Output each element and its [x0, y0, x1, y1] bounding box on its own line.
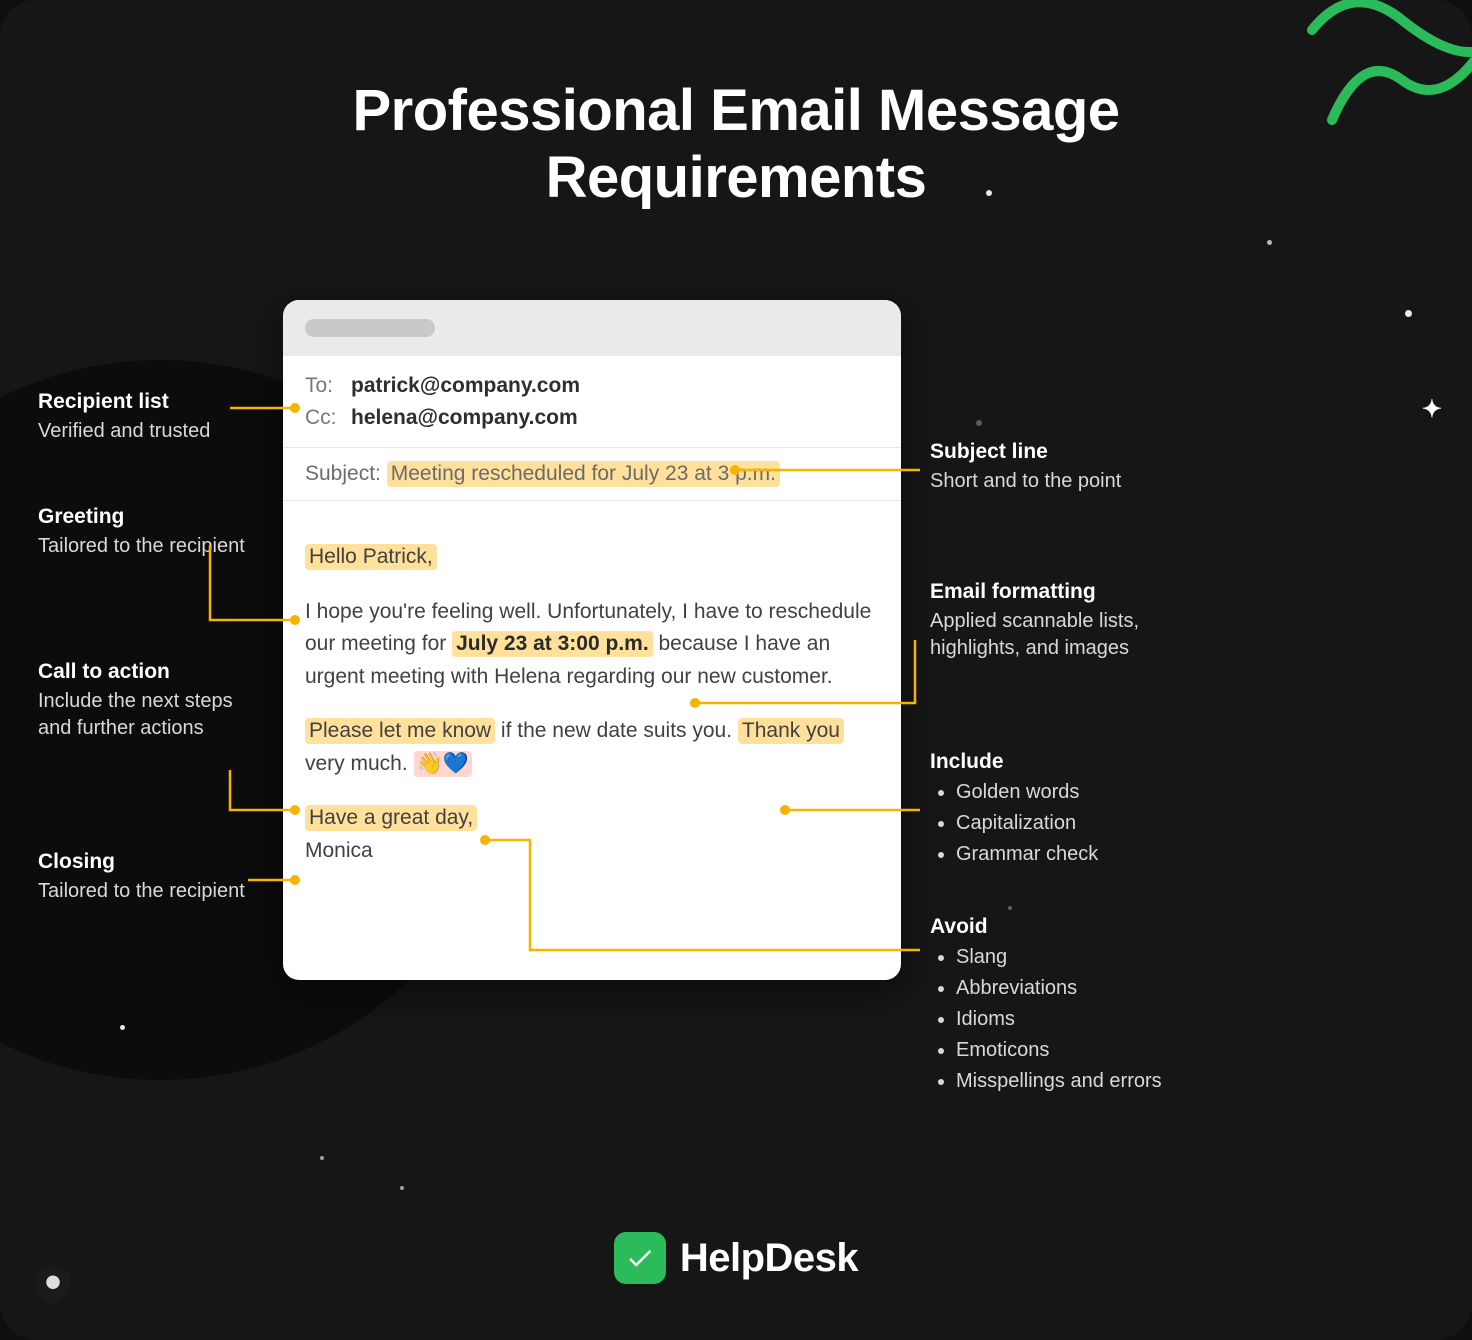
card-header: [283, 300, 901, 356]
closing-paragraph: Have a great day, Monica: [305, 802, 879, 867]
cta-rest: if the new date suits you.: [495, 719, 738, 742]
decorative-plus-icon: ✦: [1422, 395, 1442, 424]
thank-you-highlight: Thank you: [738, 718, 844, 744]
annotation-email-formatting: Email formatting Applied scannable lists…: [930, 580, 1190, 662]
emoji-highlight: 👋💙: [414, 751, 472, 777]
page-title: Professional Email Message Requirements: [0, 78, 1472, 211]
decorative-dot: [1008, 906, 1012, 910]
decorative-dot: [400, 1186, 404, 1190]
annotation-list: Slang Abbreviations Idioms Emoticons Mis…: [930, 943, 1190, 1096]
decorative-dot: [320, 1156, 324, 1160]
cc-label: Cc:: [305, 402, 339, 434]
annotation-call-to-action: Call to action Include the next steps an…: [38, 660, 258, 742]
subject-value: Meeting rescheduled for July 23 at 3 p.m…: [387, 461, 780, 487]
to-value: patrick@company.com: [351, 370, 580, 402]
annotation-avoid: Avoid Slang Abbreviations Idioms Emotico…: [930, 915, 1190, 1098]
subject-section: Subject: Meeting rescheduled for July 23…: [283, 448, 901, 501]
email-body: Hello Patrick, I hope you're feeling wel…: [283, 501, 901, 889]
list-item: Grammar check: [956, 840, 1190, 869]
annotation-greeting: Greeting Tailored to the recipient: [38, 505, 258, 560]
annotation-recipient-list: Recipient list Verified and trusted: [38, 390, 258, 445]
cta-highlight: Please let me know: [305, 718, 495, 744]
annotation-desc: Tailored to the recipient: [38, 878, 258, 905]
annotation-title: Closing: [38, 850, 258, 874]
list-item: Misspellings and errors: [956, 1067, 1190, 1096]
closing-name: Monica: [305, 839, 373, 862]
annotation-subject-line: Subject line Short and to the point: [930, 440, 1190, 495]
decorative-dot: [120, 1025, 125, 1030]
greeting-text: Hello Patrick,: [305, 544, 437, 570]
list-item: Slang: [956, 943, 1190, 972]
title-line-2: Requirements: [546, 145, 927, 210]
annotation-title: Avoid: [930, 915, 1190, 939]
cc-row: Cc: helena@company.com: [305, 402, 879, 434]
subject-label: Subject:: [305, 462, 381, 485]
brand-mark-icon: [614, 1232, 666, 1284]
list-item: Golden words: [956, 778, 1190, 807]
placeholder-pill: [305, 319, 435, 337]
decorative-dot: [1267, 240, 1272, 245]
annotation-desc: Include the next steps and further actio…: [38, 688, 258, 742]
annotation-desc: Applied scannable lists, highlights, and…: [930, 608, 1190, 662]
annotation-list: Golden words Capitalization Grammar chec…: [930, 778, 1190, 869]
cta-paragraph: Please let me know if the new date suits…: [305, 715, 879, 780]
annotation-title: Call to action: [38, 660, 258, 684]
annotation-desc: Tailored to the recipient: [38, 533, 258, 560]
brand-logo: HelpDesk: [0, 1232, 1472, 1284]
decorative-dot: [976, 420, 982, 426]
infographic-canvas: ✦ Professional Email Message Requirement…: [0, 0, 1472, 1340]
annotation-include: Include Golden words Capitalization Gram…: [930, 750, 1190, 871]
cc-value: helena@company.com: [351, 402, 578, 434]
closing-highlight: Have a great day,: [305, 805, 477, 831]
annotation-desc: Verified and trusted: [38, 418, 258, 445]
annotation-closing: Closing Tailored to the recipient: [38, 850, 258, 905]
very-much-text: very much.: [305, 752, 414, 775]
annotation-title: Subject line: [930, 440, 1190, 464]
list-item: Capitalization: [956, 809, 1190, 838]
decorative-dot: [1405, 310, 1412, 317]
annotation-title: Greeting: [38, 505, 258, 529]
to-label: To:: [305, 370, 339, 402]
address-section: To: patrick@company.com Cc: helena@compa…: [283, 356, 901, 448]
brand-name: HelpDesk: [680, 1236, 858, 1281]
list-item: Idioms: [956, 1005, 1190, 1034]
annotation-title: Email formatting: [930, 580, 1190, 604]
email-compose-card: To: patrick@company.com Cc: helena@compa…: [283, 300, 901, 980]
list-item: Abbreviations: [956, 974, 1190, 1003]
annotation-desc: Short and to the point: [930, 468, 1190, 495]
title-line-1: Professional Email Message: [352, 78, 1119, 143]
body-paragraph: I hope you're feeling well. Unfortunatel…: [305, 596, 879, 694]
body-date-highlight: July 23 at 3:00 p.m.: [452, 631, 653, 657]
to-row: To: patrick@company.com: [305, 370, 879, 402]
list-item: Emoticons: [956, 1036, 1190, 1065]
annotation-title: Recipient list: [38, 390, 258, 414]
annotation-title: Include: [930, 750, 1190, 774]
